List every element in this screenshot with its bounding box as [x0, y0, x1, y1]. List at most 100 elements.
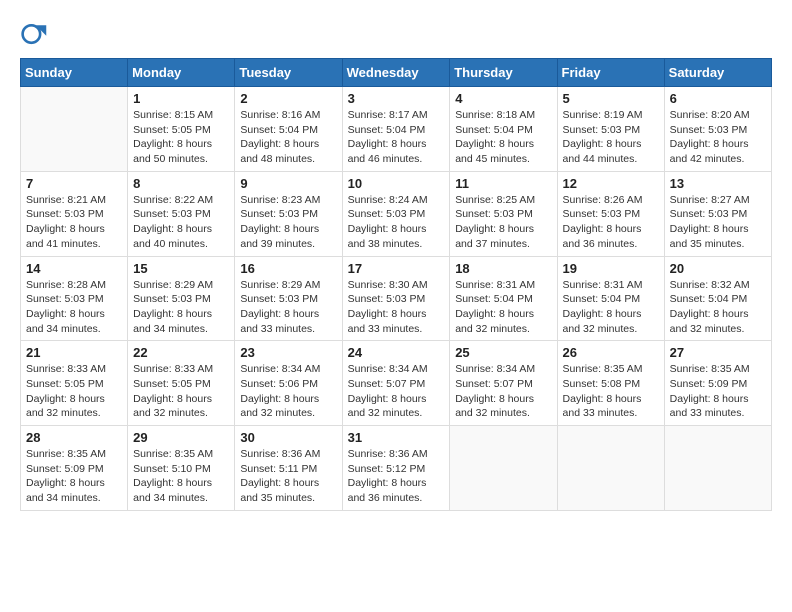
calendar-cell [21, 87, 128, 172]
day-info: Sunrise: 8:33 AMSunset: 5:05 PMDaylight:… [133, 362, 229, 421]
day-number: 3 [348, 91, 445, 106]
day-number: 18 [455, 261, 551, 276]
calendar-week-row: 1 Sunrise: 8:15 AMSunset: 5:05 PMDaylight… [21, 87, 772, 172]
day-number: 30 [240, 430, 336, 445]
calendar-cell: 23 Sunrise: 8:34 AMSunset: 5:06 PMDayligh… [235, 341, 342, 426]
day-number: 22 [133, 345, 229, 360]
calendar-cell [557, 426, 664, 511]
day-number: 23 [240, 345, 336, 360]
day-number: 7 [26, 176, 122, 191]
calendar-cell: 13Sunrise: 8:27 AMSunset: 5:03 PMDayligh… [664, 171, 771, 256]
day-info: Sunrise: 8:22 AMSunset: 5:03 PMDaylight:… [133, 193, 229, 252]
day-number: 27 [670, 345, 766, 360]
calendar-cell: 15 Sunrise: 8:29 AMSunset: 5:03 PMDayligh… [128, 256, 235, 341]
day-info: Sunrise: 8:29 AMSunset: 5:03 PMDaylight:… [240, 278, 336, 337]
calendar-cell: 3 Sunrise: 8:17 AMSunset: 5:04 PMDaylight… [342, 87, 450, 172]
logo [20, 20, 52, 48]
weekday-header: Sunday [21, 59, 128, 87]
calendar-cell: 31Sunrise: 8:36 AMSunset: 5:12 PMDayligh… [342, 426, 450, 511]
logo-icon [20, 20, 48, 48]
weekday-header: Friday [557, 59, 664, 87]
calendar-cell: 11Sunrise: 8:25 AMSunset: 5:03 PMDayligh… [450, 171, 557, 256]
calendar-cell: 25 Sunrise: 8:34 AMSunset: 5:07 PMDayligh… [450, 341, 557, 426]
calendar-cell: 20Sunrise: 8:32 AMSunset: 5:04 PMDayligh… [664, 256, 771, 341]
day-info: Sunrise: 8:35 AMSunset: 5:09 PMDaylight:… [670, 362, 766, 421]
day-number: 5 [563, 91, 659, 106]
page-header [20, 20, 772, 48]
day-info: Sunrise: 8:24 AMSunset: 5:03 PMDaylight:… [348, 193, 445, 252]
calendar-cell: 18 Sunrise: 8:31 AMSunset: 5:04 PMDayligh… [450, 256, 557, 341]
day-info: Sunrise: 8:23 AMSunset: 5:03 PMDaylight:… [240, 193, 336, 252]
weekday-header-row: SundayMondayTuesdayWednesdayThursdayFrid… [21, 59, 772, 87]
calendar-cell: 9 Sunrise: 8:23 AMSunset: 5:03 PMDaylight… [235, 171, 342, 256]
day-number: 12 [563, 176, 659, 191]
day-number: 21 [26, 345, 122, 360]
day-number: 6 [670, 91, 766, 106]
calendar-week-row: 14Sunrise: 8:28 AMSunset: 5:03 PMDayligh… [21, 256, 772, 341]
calendar-cell: 26 Sunrise: 8:35 AMSunset: 5:08 PMDayligh… [557, 341, 664, 426]
calendar-cell: 19 Sunrise: 8:31 AMSunset: 5:04 PMDayligh… [557, 256, 664, 341]
day-info: Sunrise: 8:19 AMSunset: 5:03 PMDaylight:… [563, 108, 659, 167]
day-info: Sunrise: 8:35 AMSunset: 5:08 PMDaylight:… [563, 362, 659, 421]
day-info: Sunrise: 8:25 AMSunset: 5:03 PMDaylight:… [455, 193, 551, 252]
day-number: 9 [240, 176, 336, 191]
calendar-cell: 29Sunrise: 8:35 AMSunset: 5:10 PMDayligh… [128, 426, 235, 511]
calendar-cell: 7 Sunrise: 8:21 AMSunset: 5:03 PMDaylight… [21, 171, 128, 256]
day-info: Sunrise: 8:29 AMSunset: 5:03 PMDaylight:… [133, 278, 229, 337]
day-info: Sunrise: 8:34 AMSunset: 5:07 PMDaylight:… [455, 362, 551, 421]
day-info: Sunrise: 8:31 AMSunset: 5:04 PMDaylight:… [563, 278, 659, 337]
day-number: 15 [133, 261, 229, 276]
calendar-cell: 10 Sunrise: 8:24 AMSunset: 5:03 PMDayligh… [342, 171, 450, 256]
day-info: Sunrise: 8:33 AMSunset: 5:05 PMDaylight:… [26, 362, 122, 421]
day-number: 16 [240, 261, 336, 276]
calendar-cell: 1 Sunrise: 8:15 AMSunset: 5:05 PMDaylight… [128, 87, 235, 172]
calendar-cell: 21 Sunrise: 8:33 AMSunset: 5:05 PMDayligh… [21, 341, 128, 426]
day-info: Sunrise: 8:16 AMSunset: 5:04 PMDaylight:… [240, 108, 336, 167]
calendar-cell: 27 Sunrise: 8:35 AMSunset: 5:09 PMDayligh… [664, 341, 771, 426]
day-number: 17 [348, 261, 445, 276]
calendar-week-row: 28 Sunrise: 8:35 AMSunset: 5:09 PMDayligh… [21, 426, 772, 511]
day-number: 25 [455, 345, 551, 360]
day-info: Sunrise: 8:35 AMSunset: 5:10 PMDaylight:… [133, 447, 229, 506]
weekday-header: Saturday [664, 59, 771, 87]
day-info: Sunrise: 8:20 AMSunset: 5:03 PMDaylight:… [670, 108, 766, 167]
weekday-header: Thursday [450, 59, 557, 87]
calendar-cell: 28 Sunrise: 8:35 AMSunset: 5:09 PMDayligh… [21, 426, 128, 511]
day-info: Sunrise: 8:26 AMSunset: 5:03 PMDaylight:… [563, 193, 659, 252]
day-info: Sunrise: 8:36 AMSunset: 5:11 PMDaylight:… [240, 447, 336, 506]
weekday-header: Monday [128, 59, 235, 87]
calendar-cell: 16 Sunrise: 8:29 AMSunset: 5:03 PMDayligh… [235, 256, 342, 341]
day-number: 14 [26, 261, 122, 276]
day-info: Sunrise: 8:30 AMSunset: 5:03 PMDaylight:… [348, 278, 445, 337]
day-number: 1 [133, 91, 229, 106]
calendar-cell: 30 Sunrise: 8:36 AMSunset: 5:11 PMDayligh… [235, 426, 342, 511]
calendar-cell: 5 Sunrise: 8:19 AMSunset: 5:03 PMDaylight… [557, 87, 664, 172]
calendar-cell: 2 Sunrise: 8:16 AMSunset: 5:04 PMDaylight… [235, 87, 342, 172]
calendar-cell: 24Sunrise: 8:34 AMSunset: 5:07 PMDayligh… [342, 341, 450, 426]
calendar-cell: 4Sunrise: 8:18 AMSunset: 5:04 PMDaylight… [450, 87, 557, 172]
weekday-header: Tuesday [235, 59, 342, 87]
calendar-cell: 8 Sunrise: 8:22 AMSunset: 5:03 PMDaylight… [128, 171, 235, 256]
day-info: Sunrise: 8:35 AMSunset: 5:09 PMDaylight:… [26, 447, 122, 506]
day-info: Sunrise: 8:17 AMSunset: 5:04 PMDaylight:… [348, 108, 445, 167]
day-number: 19 [563, 261, 659, 276]
day-number: 4 [455, 91, 551, 106]
day-number: 2 [240, 91, 336, 106]
day-number: 26 [563, 345, 659, 360]
calendar-cell: 17 Sunrise: 8:30 AMSunset: 5:03 PMDayligh… [342, 256, 450, 341]
day-info: Sunrise: 8:34 AMSunset: 5:06 PMDaylight:… [240, 362, 336, 421]
day-number: 10 [348, 176, 445, 191]
day-number: 31 [348, 430, 445, 445]
day-info: Sunrise: 8:21 AMSunset: 5:03 PMDaylight:… [26, 193, 122, 252]
day-number: 24 [348, 345, 445, 360]
calendar: SundayMondayTuesdayWednesdayThursdayFrid… [20, 58, 772, 511]
day-info: Sunrise: 8:27 AMSunset: 5:03 PMDaylight:… [670, 193, 766, 252]
calendar-cell: 12 Sunrise: 8:26 AMSunset: 5:03 PMDayligh… [557, 171, 664, 256]
day-info: Sunrise: 8:31 AMSunset: 5:04 PMDaylight:… [455, 278, 551, 337]
calendar-cell: 6 Sunrise: 8:20 AMSunset: 5:03 PMDaylight… [664, 87, 771, 172]
day-number: 8 [133, 176, 229, 191]
calendar-week-row: 7 Sunrise: 8:21 AMSunset: 5:03 PMDaylight… [21, 171, 772, 256]
day-number: 28 [26, 430, 122, 445]
day-info: Sunrise: 8:15 AMSunset: 5:05 PMDaylight:… [133, 108, 229, 167]
calendar-cell: 22 Sunrise: 8:33 AMSunset: 5:05 PMDayligh… [128, 341, 235, 426]
